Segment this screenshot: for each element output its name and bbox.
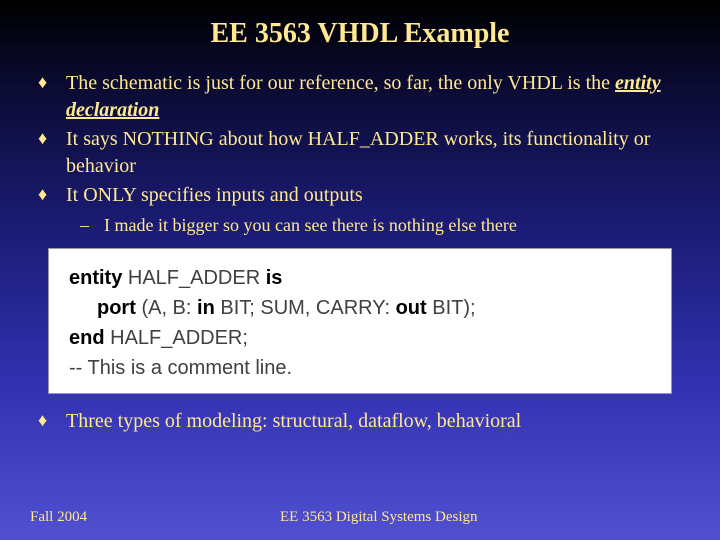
code-text: HALF_ADDER; [105,327,248,349]
slide-title: EE 3563 VHDL Example [30,18,690,50]
code-snippet: entity HALF_ADDER is port (A, B: in BIT;… [48,248,672,394]
keyword: out [396,297,427,319]
comment-text: -- This is a comment line. [69,357,292,379]
footer-center: EE 3563 Digital Systems Design [250,509,690,526]
bullet-text: It ONLY specifies inputs and outputs [66,182,690,209]
code-text: BIT; SUM, CARRY: [215,297,396,319]
bullet-item: ♦ The schematic is just for our referenc… [38,70,690,124]
diamond-icon: ♦ [38,182,66,209]
sub-bullet-item: – I made it bigger so you can see there … [80,215,690,236]
bullet-list-2: ♦ Three types of modeling: structural, d… [30,408,690,435]
code-text: (A, B: [136,297,197,319]
keyword: entity [69,267,122,289]
bullet-text: Three types of modeling: structural, dat… [66,408,690,435]
keyword: is [266,267,283,289]
slide: EE 3563 VHDL Example ♦ The schematic is … [0,0,720,540]
keyword: end [69,327,105,349]
bullet-text: It says NOTHING about how HALF_ADDER wor… [66,126,690,180]
diamond-icon: ♦ [38,70,66,124]
dash-icon: – [80,215,104,236]
code-line: end HALF_ADDER; [69,323,651,353]
footer: Fall 2004 EE 3563 Digital Systems Design [30,509,690,526]
bullet-item: ♦ It ONLY specifies inputs and outputs [38,182,690,209]
diamond-icon: ♦ [38,126,66,180]
code-line: -- This is a comment line. [69,353,651,383]
bullet-item: ♦ Three types of modeling: structural, d… [38,408,690,435]
text-run: The schematic is just for our reference,… [66,72,615,94]
bullet-item: ♦ It says NOTHING about how HALF_ADDER w… [38,126,690,180]
diamond-icon: ♦ [38,408,66,435]
code-line: entity HALF_ADDER is [69,263,651,293]
bullet-list: ♦ The schematic is just for our referenc… [30,70,690,209]
sub-bullet-list: – I made it bigger so you can see there … [30,215,690,236]
code-text: HALF_ADDER [122,267,265,289]
sub-bullet-text: I made it bigger so you can see there is… [104,215,517,236]
keyword: in [197,297,215,319]
code-text: BIT); [427,297,476,319]
code-line: port (A, B: in BIT; SUM, CARRY: out BIT)… [69,293,651,323]
keyword: port [97,297,136,319]
bullet-text: The schematic is just for our reference,… [66,70,690,124]
footer-left: Fall 2004 [30,509,250,526]
